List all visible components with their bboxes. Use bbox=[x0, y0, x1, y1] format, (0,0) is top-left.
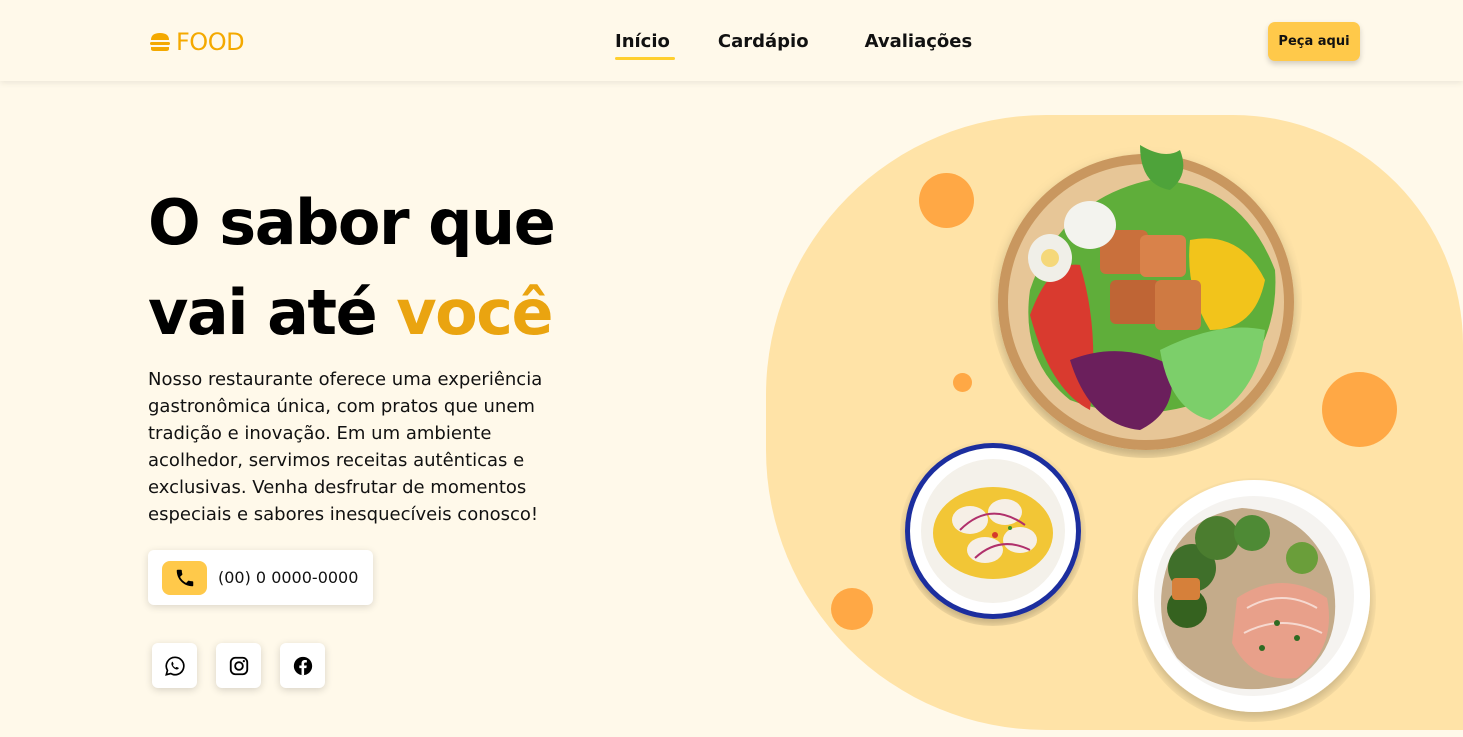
hero-title: O sabor que vai até você bbox=[148, 178, 668, 358]
nav-item-cardapio[interactable]: Cardápio bbox=[718, 31, 809, 52]
order-button[interactable]: Peça aqui bbox=[1268, 22, 1360, 61]
brand-name: FOOD bbox=[176, 28, 245, 56]
salmon-plate-image bbox=[1138, 480, 1370, 712]
phone-number: (00) 0 0000-0000 bbox=[218, 568, 359, 587]
nav-item-avaliacoes[interactable]: Avaliações bbox=[865, 31, 973, 52]
hero-title-accent: você bbox=[396, 276, 553, 349]
phone-icon bbox=[162, 560, 207, 595]
burger-icon bbox=[150, 33, 170, 51]
decorative-dot bbox=[1322, 372, 1397, 447]
whatsapp-icon bbox=[164, 655, 185, 676]
instagram-icon bbox=[229, 656, 248, 675]
decorative-dot bbox=[831, 588, 873, 630]
nav-item-inicio[interactable]: Início bbox=[615, 31, 675, 60]
brand-logo[interactable]: FOOD bbox=[149, 28, 245, 56]
hero-title-line2: vai até bbox=[148, 276, 397, 349]
decorative-dot bbox=[953, 373, 972, 392]
ceviche-bowl-image bbox=[905, 443, 1081, 619]
hero-description: Nosso restaurante oferece uma experiênci… bbox=[148, 369, 543, 525]
facebook-link[interactable] bbox=[280, 643, 325, 688]
instagram-link[interactable] bbox=[216, 643, 261, 688]
decorative-dot bbox=[919, 173, 974, 228]
facebook-icon bbox=[293, 656, 312, 675]
site-header: FOOD Início Cardápio Avaliações Peça aqu… bbox=[0, 0, 1463, 81]
hero-title-line1: O sabor que bbox=[148, 186, 556, 259]
salad-bowl-image bbox=[998, 145, 1294, 450]
whatsapp-link[interactable] bbox=[152, 643, 197, 688]
main-nav: Início Cardápio Avaliações bbox=[615, 31, 973, 60]
phone-contact[interactable]: (00) 0 0000-0000 bbox=[148, 550, 373, 605]
